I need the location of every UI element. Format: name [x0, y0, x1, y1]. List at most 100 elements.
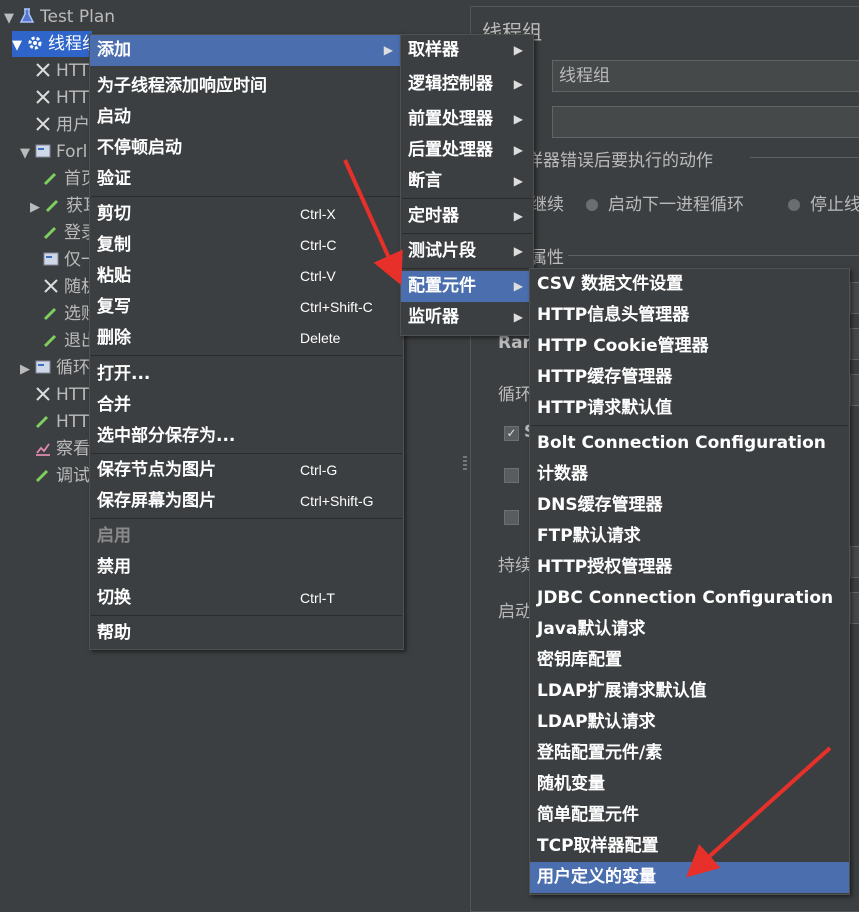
- config-item-cookie-manager[interactable]: HTTP Cookie管理器: [530, 331, 849, 362]
- menu-item-label: 保存节点为图片: [97, 460, 216, 480]
- config-item-dns-cache[interactable]: DNS缓存管理器: [530, 490, 849, 521]
- config-item-ldap-ext-defaults[interactable]: LDAP扩展请求默认值: [530, 676, 849, 707]
- thread-props-label: 属性: [530, 248, 564, 268]
- menu-shortcut: Ctrl-G: [300, 462, 338, 478]
- tree-item-thread-group[interactable]: ▼ 线程组: [12, 31, 99, 59]
- config-item-ftp-defaults[interactable]: FTP默认请求: [530, 521, 849, 552]
- menu-item-validate[interactable]: 验证: [90, 164, 403, 195]
- comment-input[interactable]: [552, 106, 859, 138]
- tree-item[interactable]: 用户: [34, 112, 90, 138]
- pipette-icon: [44, 196, 62, 214]
- submenu-item-preprocessor[interactable]: 前置处理器 ▶: [401, 104, 533, 135]
- config-element-submenu: CSV 数据文件设置 HTTP信息头管理器 HTTP Cookie管理器 HTT…: [529, 268, 850, 895]
- submenu-item-assertion[interactable]: 断言 ▶: [401, 166, 533, 197]
- pipette-icon: [34, 412, 52, 430]
- menu-shortcut: Ctrl-V: [300, 268, 336, 284]
- config-item-ldap-defaults[interactable]: LDAP默认请求: [530, 707, 849, 738]
- menu-item-add[interactable]: 添加 ▶: [90, 35, 403, 66]
- expand-arrow-icon[interactable]: ▼: [20, 141, 34, 167]
- config-item-simple-config[interactable]: 简单配置元件: [530, 800, 849, 831]
- submenu-item-listener[interactable]: 监听器 ▶: [401, 302, 533, 333]
- menu-item-label: 添加: [97, 40, 131, 60]
- submenu-item-test-fragment[interactable]: 测试片段 ▶: [401, 236, 533, 267]
- menu-item-label: 禁用: [97, 557, 131, 577]
- menu-item-label: 取样器: [408, 40, 459, 60]
- thread-count-input[interactable]: [850, 282, 859, 314]
- tree-item[interactable]: 调试: [34, 463, 90, 489]
- menu-item-duplicate[interactable]: 复写 Ctrl+Shift-C: [90, 292, 403, 323]
- tree-item[interactable]: ▼ Forl: [20, 139, 87, 165]
- tree-item[interactable]: HTT: [34, 58, 89, 84]
- checkbox-same-user[interactable]: ✓: [504, 426, 519, 441]
- menu-item-label: 选中部分保存为...: [97, 426, 236, 446]
- config-item-auth-manager[interactable]: HTTP授权管理器: [530, 552, 849, 583]
- expand-arrow-icon[interactable]: ▼: [12, 33, 26, 59]
- menu-item-save-screen-image[interactable]: 保存屏幕为图片 Ctrl+Shift-G: [90, 486, 403, 517]
- tree-item[interactable]: HTT: [34, 382, 89, 408]
- radio-continue[interactable]: 继续: [530, 190, 564, 215]
- config-item-login-config[interactable]: 登陆配置元件/素: [530, 738, 849, 769]
- context-menu: 添加 ▶ 为子线程添加响应时间 启动 不停顿启动 验证 剪切 Ctrl-X 复制 Ct…: [89, 34, 404, 650]
- menu-item-paste[interactable]: 粘贴 Ctrl-V: [90, 261, 403, 292]
- menu-item-disable[interactable]: 禁用: [90, 552, 403, 583]
- config-item-jdbc[interactable]: JDBC Connection Configuration: [530, 583, 849, 614]
- config-item-cache-manager[interactable]: HTTP缓存管理器: [530, 362, 849, 393]
- config-item-java-defaults[interactable]: Java默认请求: [530, 614, 849, 645]
- expand-arrow-icon[interactable]: ▶: [20, 357, 34, 383]
- menu-item-copy[interactable]: 复制 Ctrl-C: [90, 230, 403, 261]
- tree-item[interactable]: HTT: [34, 85, 89, 111]
- menu-item-start[interactable]: 启动: [90, 102, 403, 133]
- config-item-tcp-sampler-config[interactable]: TCP取样器配置: [530, 831, 849, 862]
- menu-item-label: 启动: [97, 107, 131, 127]
- duration-input[interactable]: [850, 546, 859, 578]
- submenu-item-sampler[interactable]: 取样器 ▶: [401, 35, 533, 66]
- submenu-item-postprocessor[interactable]: 后置处理器 ▶: [401, 135, 533, 166]
- submenu-item-logic-controller[interactable]: 逻辑控制器 ▶: [401, 69, 533, 100]
- pipette-icon: [42, 169, 60, 187]
- config-item-random-variable[interactable]: 随机变量: [530, 769, 849, 800]
- menu-item-toggle[interactable]: 切换 Ctrl-T: [90, 583, 403, 614]
- tree-item[interactable]: 察看: [34, 436, 90, 462]
- group-border: [750, 157, 859, 158]
- config-item-csv[interactable]: CSV 数据文件设置: [530, 269, 849, 300]
- expand-arrow-icon[interactable]: ▶: [30, 195, 44, 221]
- config-item-bolt[interactable]: Bolt Connection Configuration: [530, 428, 849, 459]
- menu-item-save-selection[interactable]: 选中部分保存为...: [90, 421, 403, 452]
- name-input[interactable]: 线程组: [552, 60, 859, 92]
- menu-item-add-response-time[interactable]: 为子线程添加响应时间: [90, 71, 403, 102]
- menu-item-save-node-image[interactable]: 保存节点为图片 Ctrl-G: [90, 455, 403, 486]
- tree-item-label: HTT: [56, 88, 90, 108]
- tree-item[interactable]: HTT: [34, 409, 89, 435]
- menu-item-merge[interactable]: 合并: [90, 390, 403, 421]
- tree-item[interactable]: ▶ 循环: [20, 355, 90, 381]
- menu-item-enable: 启用: [90, 521, 403, 552]
- config-item-keystore[interactable]: 密钥库配置: [530, 645, 849, 676]
- startup-delay-input[interactable]: [850, 592, 859, 624]
- tree-item-test-plan[interactable]: ▼ Test Plan: [4, 4, 115, 30]
- config-item-request-defaults[interactable]: HTTP请求默认值: [530, 393, 849, 424]
- loop-input[interactable]: [850, 374, 859, 406]
- config-item-header-manager[interactable]: HTTP信息头管理器: [530, 300, 849, 331]
- expand-arrow-icon[interactable]: ▼: [4, 6, 18, 32]
- submenu-item-timer[interactable]: 定时器 ▶: [401, 201, 533, 232]
- menu-item-cut[interactable]: 剪切 Ctrl-X: [90, 199, 403, 230]
- config-item-counter[interactable]: 计数器: [530, 459, 849, 490]
- menu-separator: [91, 453, 402, 454]
- menu-item-help[interactable]: 帮助: [90, 618, 403, 649]
- checkbox-scheduler[interactable]: [504, 510, 519, 525]
- menu-item-delete[interactable]: 删除 Delete: [90, 323, 403, 354]
- config-item-user-defined-variables[interactable]: 用户定义的变量: [530, 862, 849, 893]
- menu-item-label: TCP取样器配置: [537, 836, 659, 856]
- checkbox-delay[interactable]: [504, 468, 519, 483]
- radio-next-loop[interactable]: 启动下一进程循环: [586, 190, 744, 215]
- submenu-arrow-icon: ▶: [513, 279, 523, 293]
- menu-item-label: 逻辑控制器: [408, 74, 493, 94]
- menu-separator: [531, 425, 848, 426]
- menu-item-start-no-pause[interactable]: 不停顿启动: [90, 133, 403, 164]
- submenu-item-config-element[interactable]: 配置元件 ▶: [401, 271, 533, 302]
- menu-item-open[interactable]: 打开...: [90, 359, 403, 390]
- ramp-up-input[interactable]: [850, 328, 859, 360]
- menu-item-label: 监听器: [408, 307, 459, 327]
- menu-item-label: HTTP授权管理器: [537, 557, 673, 577]
- radio-stop-thread[interactable]: 停止线: [788, 190, 859, 215]
